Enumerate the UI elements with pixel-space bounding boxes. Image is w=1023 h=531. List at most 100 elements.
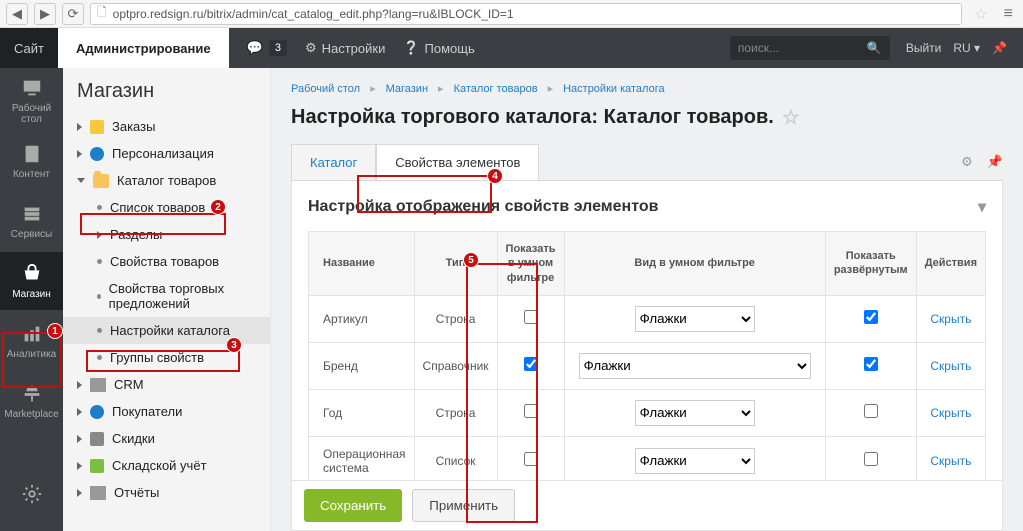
- filter-view-select[interactable]: Флажки: [579, 353, 811, 379]
- speech-icon: 💬: [247, 40, 263, 56]
- tab-catalog[interactable]: Каталог: [291, 144, 376, 180]
- tree-crm[interactable]: CRM: [63, 371, 270, 398]
- th-type: Тип: [414, 232, 497, 296]
- lang-selector[interactable]: RU ▾: [953, 41, 980, 55]
- url-text: optpro.redsign.ru/bitrix/admin/cat_catal…: [113, 7, 514, 21]
- browser-bar: ◀ ▶ ⟳ 🗋 optpro.redsign.ru/bitrix/admin/c…: [0, 0, 1023, 28]
- tab-element-properties[interactable]: Свойства элементов: [376, 144, 539, 180]
- th-show-expanded: Показать развёрнутым: [825, 232, 916, 296]
- show-in-filter-checkbox[interactable]: [524, 404, 538, 418]
- side-panel: Магазин Заказы Персонализация Каталог то…: [63, 68, 271, 531]
- filter-view-select[interactable]: Флажки: [635, 400, 755, 426]
- tree-goods-list[interactable]: Список товаров: [63, 194, 270, 221]
- help-icon: ❔: [403, 40, 419, 56]
- cell-name: Артикул: [309, 295, 415, 342]
- tree-warehouse[interactable]: Складской учёт: [63, 452, 270, 479]
- favorite-icon[interactable]: ☆: [782, 105, 800, 130]
- gear-icon: ⚙: [305, 40, 317, 56]
- rail-settings-icon[interactable]: [0, 465, 63, 523]
- settings-link[interactable]: ⚙ Настройки: [305, 40, 385, 56]
- hide-action-link[interactable]: Скрыть: [930, 359, 971, 373]
- tree-orders[interactable]: Заказы: [63, 113, 270, 140]
- pin-icon[interactable]: 📌: [992, 41, 1007, 55]
- rail-marketplace[interactable]: Marketplace: [0, 372, 63, 430]
- show-expanded-checkbox[interactable]: [864, 452, 878, 466]
- card-title: Настройка отображения свойств элементов: [308, 198, 658, 216]
- cell-type: Список: [414, 436, 497, 485]
- notif-count: 3: [269, 40, 287, 56]
- rail-desktop[interactable]: Рабочий стол: [0, 72, 63, 130]
- show-expanded-checkbox[interactable]: [864, 404, 878, 418]
- collapse-icon[interactable]: ▾: [978, 197, 986, 217]
- footer-bar: Сохранить Применить: [291, 480, 1003, 531]
- tree-discounts[interactable]: Скидки: [63, 425, 270, 452]
- forward-button[interactable]: ▶: [34, 3, 56, 25]
- cell-type: Строка: [414, 389, 497, 436]
- th-name: Название: [309, 232, 415, 296]
- tab-site[interactable]: Сайт: [0, 28, 58, 68]
- search-input[interactable]: поиск... 🔍: [730, 36, 890, 60]
- rail-services[interactable]: Сервисы: [0, 192, 63, 250]
- notifications[interactable]: 💬 3: [247, 40, 287, 56]
- th-view-filter: Вид в умном фильтре: [564, 232, 825, 296]
- rail-content[interactable]: Контент: [0, 132, 63, 190]
- cell-type: Справочник: [414, 342, 497, 389]
- cell-name: Год: [309, 389, 415, 436]
- rail-analytics[interactable]: Аналитика: [0, 312, 63, 370]
- tree-goods-props[interactable]: Свойства товаров: [63, 248, 270, 275]
- show-in-filter-checkbox[interactable]: [524, 452, 538, 466]
- annotation-2: 2: [210, 199, 226, 215]
- save-button[interactable]: Сохранить: [304, 489, 402, 522]
- show-expanded-checkbox[interactable]: [864, 357, 878, 371]
- main-area: Рабочий стол▸ Магазин▸ Каталог товаров▸ …: [271, 68, 1023, 531]
- hide-action-link[interactable]: Скрыть: [930, 454, 971, 468]
- rail-shop[interactable]: Магазин: [0, 252, 63, 310]
- back-button[interactable]: ◀: [6, 3, 28, 25]
- exit-link[interactable]: Выйти: [906, 41, 942, 55]
- pin-icon[interactable]: 📌: [987, 154, 1003, 170]
- left-rail: Рабочий стол Контент Сервисы Магазин Ана…: [0, 68, 63, 531]
- annotation-1: 1: [47, 323, 63, 339]
- tree-personalization[interactable]: Персонализация: [63, 140, 270, 167]
- apply-button[interactable]: Применить: [412, 489, 515, 522]
- cell-name: Бренд: [309, 342, 415, 389]
- table-row: БрендСправочник Флажки Скрыть: [309, 342, 986, 389]
- breadcrumb: Рабочий стол▸ Магазин▸ Каталог товаров▸ …: [291, 82, 1003, 95]
- favorite-star-icon[interactable]: ☆: [968, 5, 993, 23]
- tree-catalog[interactable]: Каталог товаров: [63, 167, 270, 194]
- hide-action-link[interactable]: Скрыть: [930, 312, 971, 326]
- crumb[interactable]: Рабочий стол: [291, 83, 360, 95]
- tree-sections[interactable]: Разделы: [63, 221, 270, 248]
- crumb[interactable]: Каталог товаров: [454, 83, 538, 95]
- table-row: Операционная системаСписок Флажки Скрыть: [309, 436, 986, 485]
- hide-action-link[interactable]: Скрыть: [930, 406, 971, 420]
- cell-name: Операционная система: [309, 436, 415, 485]
- gear-icon[interactable]: ⚙: [961, 154, 973, 170]
- cell-type: Строка: [414, 295, 497, 342]
- tree-buyers[interactable]: Покупатели: [63, 398, 270, 425]
- page-title: Настройка торгового каталога: Каталог то…: [291, 105, 1003, 130]
- url-bar[interactable]: 🗋 optpro.redsign.ru/bitrix/admin/cat_cat…: [90, 3, 962, 25]
- show-expanded-checkbox[interactable]: [864, 310, 878, 324]
- crumb[interactable]: Настройки каталога: [563, 83, 665, 95]
- table-row: ГодСтрока Флажки Скрыть: [309, 389, 986, 436]
- search-icon: 🔍: [867, 41, 882, 55]
- filter-view-select[interactable]: Флажки: [635, 448, 755, 474]
- help-link[interactable]: ❔ Помощь: [403, 40, 474, 56]
- annotation-3: 3: [226, 337, 242, 353]
- table-row: АртикулСтрока Флажки Скрыть: [309, 295, 986, 342]
- show-in-filter-checkbox[interactable]: [524, 357, 538, 371]
- reload-button[interactable]: ⟳: [62, 3, 84, 25]
- annotation-5: 5: [463, 252, 479, 268]
- tab-admin[interactable]: Администрирование: [58, 28, 229, 68]
- annotation-4: 4: [487, 168, 503, 184]
- filter-view-select[interactable]: Флажки: [635, 306, 755, 332]
- th-show-filter: Показать в умном фильтре: [497, 232, 564, 296]
- tree-offers-props[interactable]: Свойства торговых предложений: [63, 275, 270, 317]
- crumb[interactable]: Магазин: [386, 83, 428, 95]
- browser-menu-icon[interactable]: ≡: [1000, 5, 1017, 23]
- show-in-filter-checkbox[interactable]: [524, 310, 538, 324]
- tree-reports[interactable]: Отчёты: [63, 479, 270, 506]
- side-title: Магазин: [63, 80, 270, 113]
- tab-row: Каталог Свойства элементов ⚙ 📌: [291, 144, 1003, 181]
